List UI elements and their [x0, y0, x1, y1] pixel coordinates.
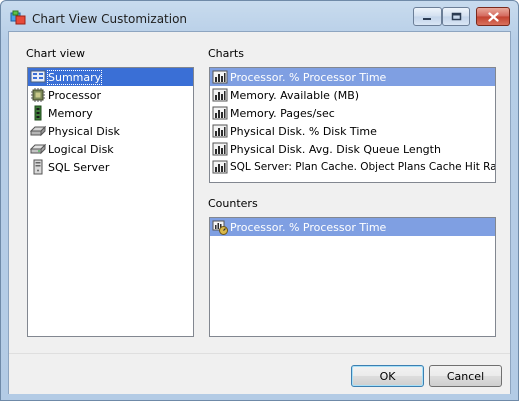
- minimize-button[interactable]: [413, 7, 442, 26]
- cancel-button[interactable]: Cancel: [429, 365, 502, 387]
- chart-view-item-label: Physical Disk: [48, 124, 120, 138]
- dialog-client-area: Chart view Summary Processor Memory Phys…: [8, 31, 511, 394]
- charts-item-label: Processor. % Processor Time: [230, 70, 387, 84]
- chart-view-item-physical-disk[interactable]: Physical Disk: [28, 122, 193, 140]
- summary-chart-icon: [30, 70, 46, 83]
- charts-label: Charts: [208, 47, 244, 60]
- charts-item[interactable]: Memory. Pages/sec: [210, 104, 495, 122]
- dialog-footer: OK Cancel: [9, 353, 510, 394]
- processor-chip-icon: [31, 88, 45, 102]
- charts-list[interactable]: Processor. % Processor Time Memory. Avai…: [209, 67, 496, 183]
- logical-disk-icon: [30, 143, 46, 155]
- chart-view-item-summary[interactable]: Summary: [28, 68, 193, 86]
- ok-button[interactable]: OK: [351, 365, 424, 387]
- database-server-icon: [33, 159, 43, 175]
- charts-item-label: Memory. Available (MB): [230, 88, 360, 102]
- counters-item-label: Processor. % Processor Time: [230, 220, 387, 234]
- dialog-window: Chart View Customization Chart view Summ…: [0, 0, 519, 401]
- chart-view-item-memory[interactable]: Memory: [28, 104, 193, 122]
- bar-chart-icon: [212, 142, 228, 156]
- counter-gauge-icon: [212, 220, 228, 235]
- charts-item[interactable]: Physical Disk. Avg. Disk Queue Length: [210, 140, 495, 158]
- close-icon: [487, 11, 499, 22]
- maximize-button[interactable]: [442, 7, 470, 26]
- charts-item-label: Memory. Pages/sec: [230, 106, 335, 120]
- charts-item[interactable]: Processor. % Processor Time: [210, 68, 495, 86]
- charts-item[interactable]: Memory. Available (MB): [210, 86, 495, 104]
- maximize-icon: [451, 12, 461, 21]
- bar-chart-icon: [212, 88, 228, 102]
- charts-item-label: SQL Server: Plan Cache. Object Plans Cac…: [230, 161, 496, 173]
- bar-chart-icon: [212, 124, 228, 138]
- chart-view-label: Chart view: [26, 47, 86, 60]
- chart-view-item-label: Processor: [48, 88, 101, 102]
- close-button[interactable]: [476, 7, 510, 26]
- chart-view-item-label: Logical Disk: [48, 142, 114, 156]
- memory-module-icon: [34, 105, 42, 121]
- chart-view-item-label: SQL Server: [48, 160, 110, 174]
- minimize-icon: [423, 18, 431, 20]
- chart-view-item-label: Memory: [48, 106, 93, 120]
- chart-view-item-sql-server[interactable]: SQL Server: [28, 158, 193, 176]
- chart-view-item-logical-disk[interactable]: Logical Disk: [28, 140, 193, 158]
- counters-list[interactable]: Processor. % Processor Time: [209, 217, 496, 337]
- charts-item-label: Physical Disk. % Disk Time: [230, 124, 377, 138]
- bar-chart-icon: [212, 160, 228, 174]
- charts-item[interactable]: Physical Disk. % Disk Time: [210, 122, 495, 140]
- bar-chart-icon: [212, 106, 228, 120]
- chart-view-item-processor[interactable]: Processor: [28, 86, 193, 104]
- charts-item-label: Physical Disk. Avg. Disk Queue Length: [230, 142, 441, 156]
- title-bar[interactable]: Chart View Customization: [1, 1, 518, 31]
- chart-view-item-label: Summary: [46, 69, 103, 85]
- chart-view-list[interactable]: Summary Processor Memory Physical Disk L…: [27, 67, 194, 337]
- counters-item[interactable]: Processor. % Processor Time: [210, 218, 495, 236]
- physical-disk-icon: [30, 125, 46, 137]
- charts-item[interactable]: SQL Server: Plan Cache. Object Plans Cac…: [210, 158, 495, 176]
- app-icon: [10, 10, 26, 25]
- counters-label: Counters: [208, 197, 258, 210]
- window-title: Chart View Customization: [32, 12, 188, 26]
- bar-chart-icon: [212, 70, 228, 84]
